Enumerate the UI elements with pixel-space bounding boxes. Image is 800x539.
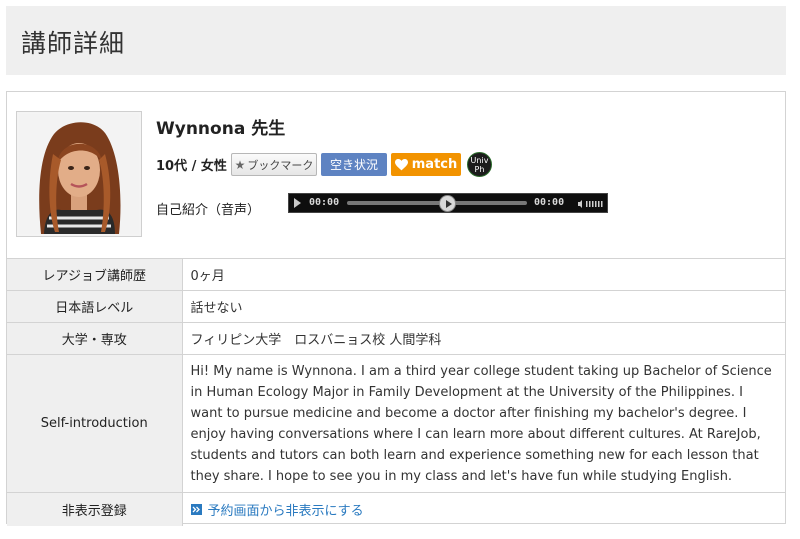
table-row: 大学・専攻 フィリピン大学 ロスバニョス校 人間学科 — [7, 322, 785, 355]
table-row: 非表示登録 予約画面から非表示にする — [7, 492, 785, 526]
teacher-photo — [16, 111, 142, 237]
university-label: 大学・専攻 — [7, 322, 183, 355]
bookmark-label: ブックマーク — [247, 158, 314, 172]
teacher-name: Wynnona 先生 — [156, 119, 286, 139]
voice-intro-label: 自己紹介（音声） — [156, 203, 261, 218]
availability-button[interactable]: 空き状況 — [321, 153, 387, 176]
university-badge: Univ Ph — [467, 152, 492, 177]
audio-total-time: 00:00 — [534, 197, 565, 208]
univ-badge-top: Univ — [470, 155, 489, 165]
career-label: レアジョブ講師歴 — [7, 258, 183, 291]
teacher-portrait — [19, 114, 139, 234]
hide-label: 非表示登録 — [7, 492, 183, 526]
univ-badge-bottom: Ph — [474, 164, 485, 174]
japanese-level-value: 話せない — [182, 290, 785, 323]
self-intro-label: Self-introduction — [7, 354, 183, 493]
bookmark-button[interactable]: ★ ブックマーク — [231, 153, 317, 176]
heart-icon — [394, 158, 408, 170]
audio-current-time: 00:00 — [309, 197, 340, 208]
audio-player: 00:00 00:00 — [288, 193, 608, 213]
volume-icon[interactable] — [578, 199, 604, 209]
career-value: 0ヶ月 — [182, 258, 785, 291]
table-row: レアジョブ講師歴 0ヶ月 — [7, 258, 785, 291]
teacher-details-table: レアジョブ講師歴 0ヶ月 日本語レベル 話せない 大学・専攻 フィリピン大学 ロ… — [7, 258, 785, 526]
audio-seek-bar[interactable] — [347, 201, 527, 205]
seek-play-icon — [446, 200, 452, 208]
teacher-card: Wynnona 先生 10代 / 女性 ★ ブックマーク 空き状況 match … — [6, 91, 786, 526]
double-chevron-right-icon — [190, 503, 202, 515]
age-gender: 10代 / 女性 — [156, 159, 227, 174]
audio-seek-handle[interactable] — [439, 195, 456, 212]
table-row: 日本語レベル 話せない — [7, 290, 785, 323]
page-header: 講師詳細 — [6, 6, 786, 75]
self-intro-text: Hi! My name is Wynnona. I am a third yea… — [182, 354, 785, 493]
match-button[interactable]: match — [391, 153, 461, 176]
hide-cell: 予約画面から非表示にする — [182, 492, 785, 526]
page-title: 講師詳細 — [21, 29, 126, 58]
star-icon: ★ — [234, 157, 246, 172]
hide-link-text: 予約画面から非表示にする — [207, 503, 364, 519]
play-icon[interactable] — [294, 198, 301, 208]
japanese-level-label: 日本語レベル — [7, 290, 183, 323]
hide-from-booking-link[interactable]: 予約画面から非表示にする — [190, 500, 364, 519]
match-label: match — [411, 157, 458, 172]
university-value: フィリピン大学 ロスバニョス校 人間学科 — [182, 322, 785, 355]
table-row: Self-introduction Hi! My name is Wynnona… — [7, 354, 785, 493]
